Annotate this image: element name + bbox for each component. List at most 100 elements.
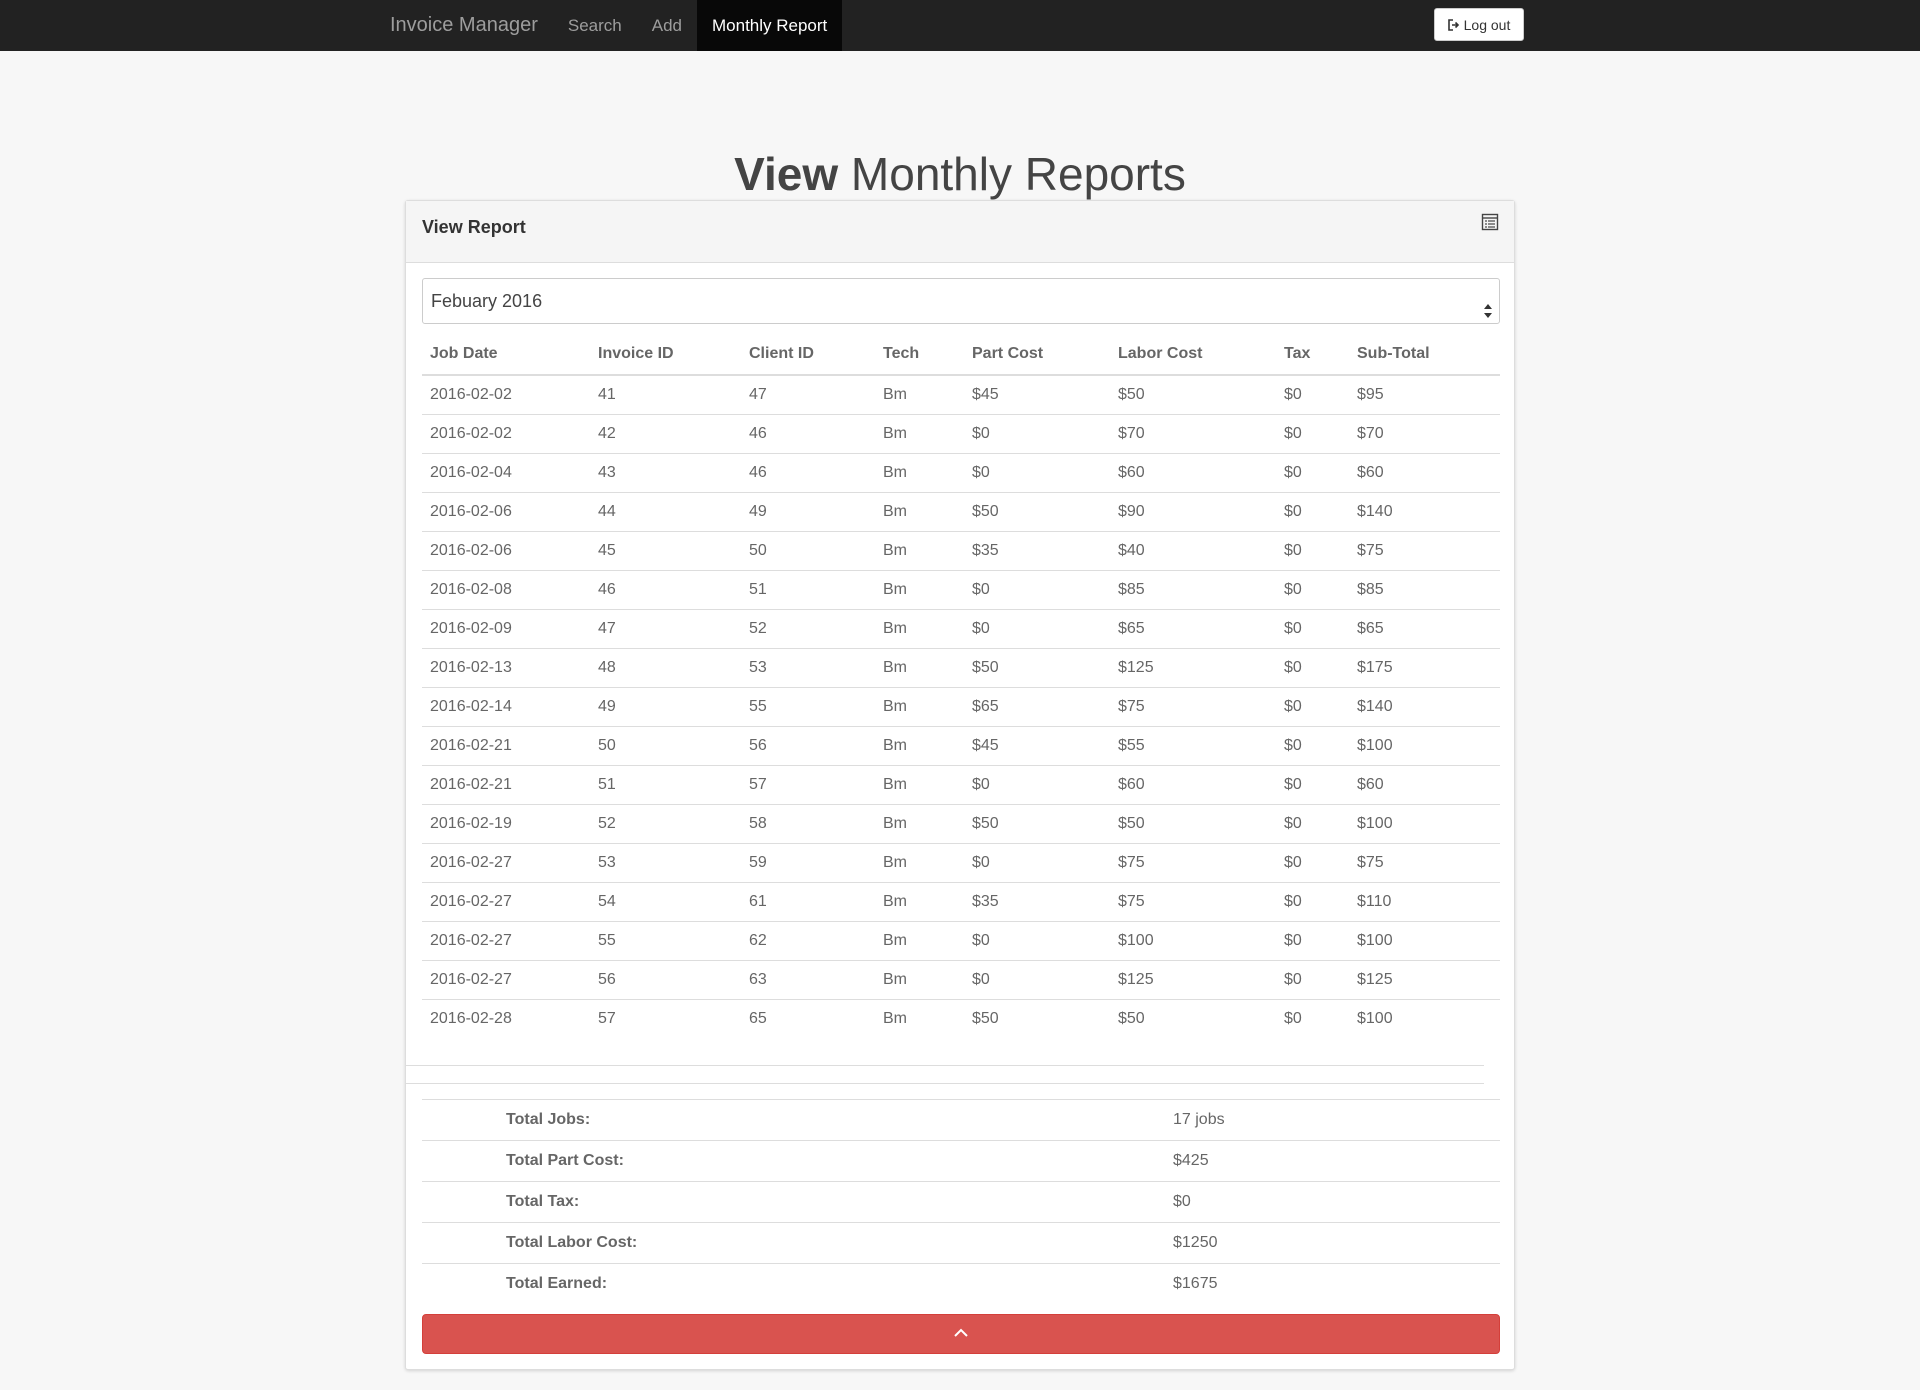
cell-labor-cost: $125 <box>1110 648 1276 688</box>
col-sub-total: Sub-Total <box>1349 334 1500 376</box>
cell-job-date: 2016-02-27 <box>422 921 590 961</box>
cell-sub-total: $100 <box>1349 726 1500 766</box>
cell-labor-cost: $70 <box>1110 414 1276 454</box>
totals-value: 17 jobs <box>1172 1099 1500 1141</box>
col-labor-cost: Labor Cost <box>1110 334 1276 376</box>
totals-value: $1250 <box>1172 1222 1500 1264</box>
totals-table: Total Jobs: 17 jobs Total Part Cost: $425 To… <box>422 1099 1500 1304</box>
nav-link-search[interactable]: Search <box>553 0 637 51</box>
panel-title: View Report <box>422 217 526 237</box>
cell-tax: $0 <box>1276 687 1349 727</box>
cell-job-date: 2016-02-27 <box>422 882 590 922</box>
cell-part-cost: $65 <box>964 687 1110 727</box>
brand-link[interactable]: Invoice Manager <box>375 0 553 51</box>
nav-link-add[interactable]: Add <box>637 0 697 51</box>
chevron-up-icon <box>953 1325 969 1343</box>
col-invoice-id: Invoice ID <box>590 334 741 376</box>
cell-tax: $0 <box>1276 492 1349 532</box>
collapse-button[interactable] <box>422 1314 1500 1354</box>
cell-invoice-id: 54 <box>590 882 741 922</box>
cell-job-date: 2016-02-13 <box>422 648 590 688</box>
cell-job-date: 2016-02-19 <box>422 804 590 844</box>
cell-invoice-id: 47 <box>590 609 741 649</box>
cell-client-id: 49 <box>741 492 875 532</box>
totals-value: $1675 <box>1172 1263 1500 1304</box>
nav-links: Invoice Manager Search Add Monthly Repor… <box>375 0 843 51</box>
table-row: 2016-02-09 47 52 Bm $0 $65 $0 $65 <box>422 609 1500 649</box>
cell-tax: $0 <box>1276 726 1349 766</box>
cell-client-id: 59 <box>741 843 875 883</box>
cell-tax: $0 <box>1276 765 1349 805</box>
cell-tax: $0 <box>1276 843 1349 883</box>
sign-out-icon <box>1447 18 1460 31</box>
logout-button[interactable]: Log out <box>1434 8 1524 41</box>
cell-tech: Bm <box>875 804 964 844</box>
cell-invoice-id: 44 <box>590 492 741 532</box>
divider <box>406 1065 1484 1066</box>
panel-heading: View Report <box>406 201 1514 263</box>
cell-invoice-id: 41 <box>590 375 741 415</box>
col-part-cost: Part Cost <box>964 334 1110 376</box>
cell-client-id: 52 <box>741 609 875 649</box>
cell-tax: $0 <box>1284 1010 1302 1027</box>
cell-invoice-id: 55 <box>590 921 741 961</box>
cell-labor-cost: $75 <box>1110 882 1276 922</box>
table-row: 2016-02-21 50 56 Bm $45 $55 $0 $100 <box>422 726 1500 766</box>
totals-row: Total Jobs: 17 jobs <box>422 1099 1500 1141</box>
cell-labor-cost: $50 <box>1110 375 1276 415</box>
cell-client-id: 46 <box>741 414 875 454</box>
cell-client-id: 51 <box>741 570 875 610</box>
table-header-row: Job Date Invoice ID Client ID Tech Part … <box>422 334 1500 376</box>
cell-tax: $0 <box>1276 648 1349 688</box>
report-table: Job Date Invoice ID Client ID Tech Part … <box>422 334 1500 1038</box>
cell-part-cost: $0 <box>964 414 1110 454</box>
cell-sub-total: $70 <box>1349 414 1500 454</box>
cell-sub-total: $75 <box>1349 531 1500 571</box>
cell-invoice-id: 45 <box>590 531 741 571</box>
table-row: 2016-02-28 57 65 Bm $50 $50 $0 $100 <box>422 1000 1500 1039</box>
cell-tax: $0 <box>1276 609 1349 649</box>
cell-client-id: 56 <box>741 726 875 766</box>
page-title: View Monthly Reports <box>0 51 1920 205</box>
nav-link-monthly-report[interactable]: Monthly Report <box>697 0 843 51</box>
cell-tech: Bm <box>883 1010 907 1027</box>
cell-client-id: 57 <box>741 765 875 805</box>
cell-invoice-id: 42 <box>590 414 741 454</box>
cell-sub-total: $140 <box>1349 687 1500 727</box>
cell-tech: Bm <box>875 882 964 922</box>
table-row: 2016-02-06 44 49 Bm $50 $90 $0 $140 <box>422 492 1500 532</box>
cell-job-date: 2016-02-21 <box>422 765 590 805</box>
cell-sub-total: $175 <box>1349 648 1500 688</box>
table-row: 2016-02-27 55 62 Bm $0 $100 $0 $100 <box>422 921 1500 961</box>
month-select[interactable]: Febuary 2016 <box>422 278 1500 324</box>
cell-client-id: 53 <box>741 648 875 688</box>
month-select-value: Febuary 2016 <box>431 291 543 311</box>
cell-sub-total: $85 <box>1349 570 1500 610</box>
table-row: 2016-02-27 53 59 Bm $0 $75 $0 $75 <box>422 843 1500 883</box>
cell-client-id: 47 <box>741 375 875 415</box>
select-arrows-icon <box>1483 292 1493 318</box>
top-navbar: Invoice Manager Search Add Monthly Repor… <box>0 0 1920 51</box>
cell-invoice-id: 49 <box>590 687 741 727</box>
cell-tech: Bm <box>875 375 964 415</box>
cell-labor-cost: $125 <box>1110 960 1276 1000</box>
cell-client-id: 55 <box>741 687 875 727</box>
cell-job-date: 2016-02-21 <box>422 726 590 766</box>
cell-labor-cost: $85 <box>1110 570 1276 610</box>
cell-job-date: 2016-02-06 <box>422 492 590 532</box>
cell-part-cost: $45 <box>964 375 1110 415</box>
cell-tax: $0 <box>1276 531 1349 571</box>
col-tech: Tech <box>875 334 964 376</box>
cell-part-cost: $0 <box>964 765 1110 805</box>
cell-part-cost: $0 <box>964 843 1110 883</box>
col-tax: Tax <box>1276 334 1349 376</box>
cell-labor-cost: $65 <box>1110 609 1276 649</box>
totals-label: Total Tax: <box>422 1181 1172 1223</box>
cell-tech: Bm <box>875 648 964 688</box>
cell-part-cost: $0 <box>964 609 1110 649</box>
cell-tech: Bm <box>875 531 964 571</box>
cell-invoice-id: 46 <box>590 570 741 610</box>
totals-label: Total Labor Cost: <box>422 1222 1172 1264</box>
cell-labor-cost: $55 <box>1110 726 1276 766</box>
cell-tech: Bm <box>875 843 964 883</box>
